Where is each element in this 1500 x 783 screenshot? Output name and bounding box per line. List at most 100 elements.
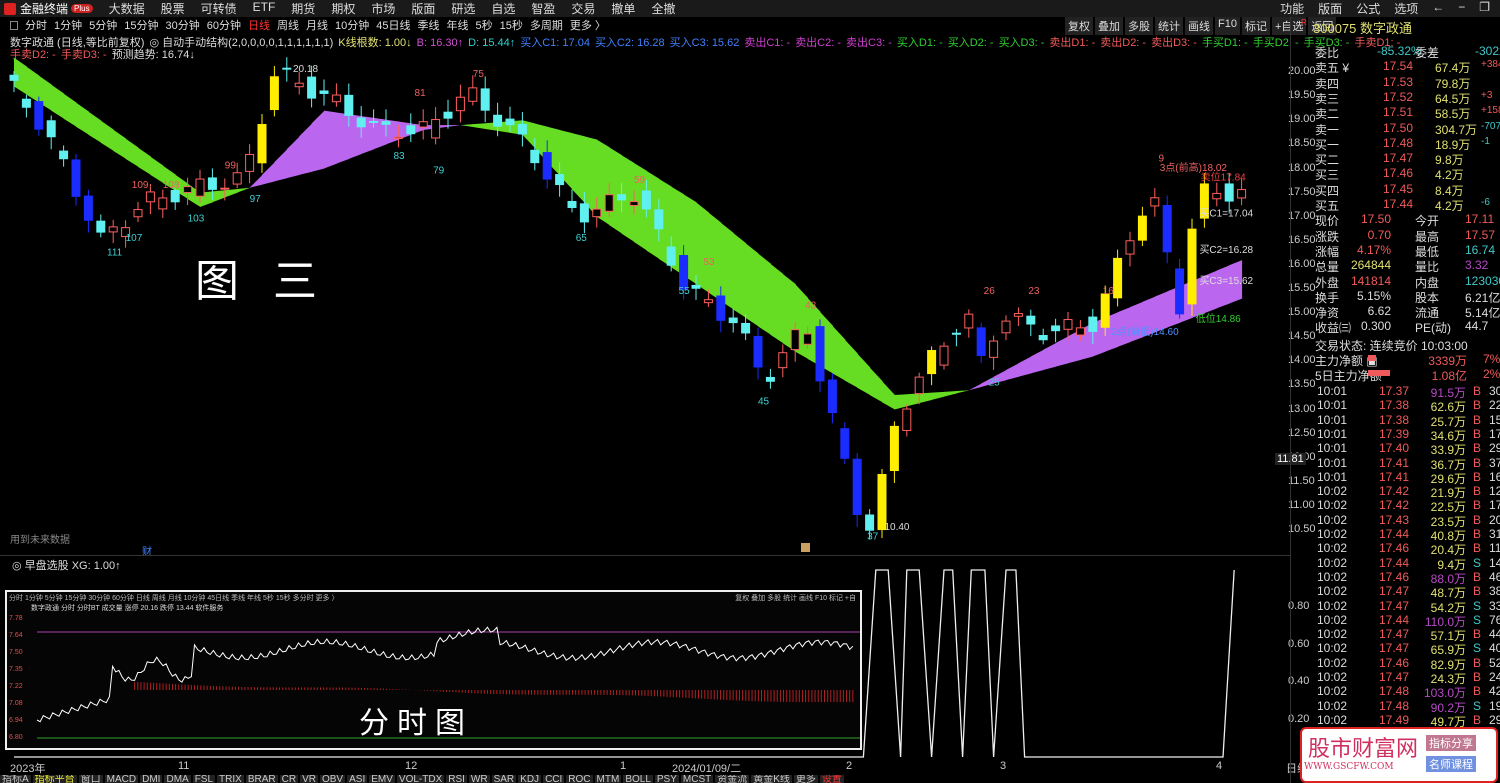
candle-body[interactable] — [232, 172, 242, 185]
window-menu-item[interactable]: 选项 — [1394, 0, 1418, 17]
candle-body[interactable] — [158, 197, 168, 210]
candle-body[interactable] — [1075, 327, 1085, 336]
candle-body[interactable] — [381, 121, 391, 125]
candle-body[interactable] — [927, 350, 937, 375]
candle-body[interactable] — [555, 174, 565, 186]
indicator-tab[interactable]: 设置 — [819, 775, 844, 783]
candle-body[interactable] — [666, 246, 676, 266]
candle-body[interactable] — [356, 117, 366, 128]
candle-body[interactable] — [1162, 204, 1172, 253]
candle-body[interactable] — [369, 120, 379, 123]
candle-body[interactable] — [1038, 335, 1048, 341]
candle-body[interactable] — [914, 376, 924, 395]
candle-body[interactable] — [108, 226, 118, 233]
candle-body[interactable] — [83, 195, 93, 221]
candle-body[interactable] — [1051, 325, 1061, 332]
candle-body[interactable] — [579, 203, 589, 223]
candle-body[interactable] — [468, 87, 478, 102]
candlestick-chart[interactable]: 111107 109 108 103 99 97 20.18 81 83 79 75 65 59 55 53… — [0, 0, 1290, 560]
window-menu-item[interactable]: ← — [1432, 0, 1444, 17]
candle-body[interactable] — [220, 187, 230, 190]
candle-body[interactable] — [245, 153, 255, 172]
indicator-tab[interactable]: 黄金K线 — [751, 775, 792, 783]
candle-body[interactable] — [170, 190, 180, 203]
pane-divider[interactable] — [0, 555, 1290, 556]
candle-body[interactable] — [344, 94, 354, 116]
candle-body[interactable] — [1224, 183, 1234, 202]
window-menu-item[interactable]: ❐ — [1479, 0, 1490, 17]
candle-body[interactable] — [728, 317, 738, 324]
indicator-tab[interactable]: KDJ — [518, 775, 542, 783]
candle-body[interactable] — [443, 111, 453, 119]
indicator-tab[interactable]: 资金流 — [715, 775, 750, 783]
candle-body[interactable] — [9, 74, 19, 81]
candle-body[interactable] — [406, 125, 416, 135]
candle-body[interactable] — [307, 76, 317, 99]
indicator-tab[interactable]: RSI — [446, 775, 467, 783]
indicator-tab[interactable]: WR — [468, 775, 490, 783]
indicator-tab[interactable]: DMA — [164, 775, 191, 783]
indicator-tab[interactable]: EMV — [369, 775, 395, 783]
indicator-tab[interactable]: MTM — [594, 775, 622, 783]
candle-body[interactable] — [604, 194, 614, 212]
candle-body[interactable] — [753, 335, 763, 368]
candle-body[interactable] — [530, 149, 540, 164]
candle-body[interactable] — [34, 101, 44, 130]
window-menu-item[interactable]: − — [1458, 0, 1465, 17]
candle-body[interactable] — [133, 209, 143, 218]
candle-body[interactable] — [480, 88, 490, 111]
indicator-tab[interactable]: 更多 — [793, 775, 818, 783]
candle-body[interactable] — [455, 96, 465, 112]
indicator-tab[interactable]: TRIX — [217, 775, 244, 783]
candle-body[interactable] — [889, 425, 899, 472]
candle-body[interactable] — [195, 178, 205, 197]
candle-body[interactable] — [765, 376, 775, 382]
candle-body[interactable] — [629, 201, 639, 206]
candle-body[interactable] — [989, 340, 999, 358]
candle-body[interactable] — [1175, 268, 1185, 315]
window-menu-item[interactable]: 版面 — [1318, 0, 1342, 17]
candle-body[interactable] — [1187, 228, 1197, 305]
candle-body[interactable] — [1088, 316, 1098, 332]
candle-body[interactable] — [840, 428, 850, 459]
candle-body[interactable] — [691, 284, 701, 289]
candle-body[interactable] — [257, 124, 267, 164]
candle-body[interactable] — [976, 327, 986, 356]
indicator-tab[interactable]: CCI — [543, 775, 565, 783]
candle-body[interactable] — [294, 82, 304, 88]
candle-body[interactable] — [815, 326, 825, 382]
candle-body[interactable] — [1150, 197, 1160, 207]
candle-body[interactable] — [703, 299, 713, 304]
candle-body[interactable] — [716, 295, 726, 321]
candle-body[interactable] — [542, 152, 552, 180]
indicator-tab[interactable]: DMI — [140, 775, 163, 783]
candle-body[interactable] — [803, 333, 813, 345]
candle-body[interactable] — [269, 76, 279, 111]
candle-body[interactable] — [46, 120, 56, 138]
indicator-tab[interactable]: BRAR — [245, 775, 278, 783]
candle-body[interactable] — [418, 121, 428, 128]
candle-body[interactable] — [393, 136, 403, 139]
indicator-tab[interactable]: MACD — [104, 775, 139, 783]
candle-body[interactable] — [790, 329, 800, 351]
indicator-tab[interactable]: SAR — [491, 775, 517, 783]
candle-body[interactable] — [939, 345, 949, 366]
candle-body[interactable] — [679, 255, 689, 290]
candle-body[interactable] — [1013, 313, 1023, 317]
candle-body[interactable] — [71, 159, 81, 197]
event-marker-icon[interactable] — [801, 543, 810, 552]
candle-body[interactable] — [1137, 215, 1147, 241]
candle-body[interactable] — [21, 98, 31, 108]
indicator-tab[interactable]: 指标平台 — [32, 775, 77, 783]
candle-body[interactable] — [654, 209, 664, 230]
candle-body[interactable] — [1026, 315, 1036, 325]
candle-body[interactable] — [1237, 189, 1247, 199]
candle-body[interactable] — [207, 177, 217, 190]
indicator-tab[interactable]: BOLL — [623, 775, 653, 783]
indicator-tab[interactable]: 窗口 — [78, 775, 103, 783]
candle-body[interactable] — [592, 208, 602, 218]
indicator-tab[interactable]: MCST — [680, 775, 714, 783]
candle-body[interactable] — [331, 94, 341, 103]
candle-body[interactable] — [617, 194, 627, 201]
indicator-tab[interactable]: 指标A — [0, 775, 31, 783]
